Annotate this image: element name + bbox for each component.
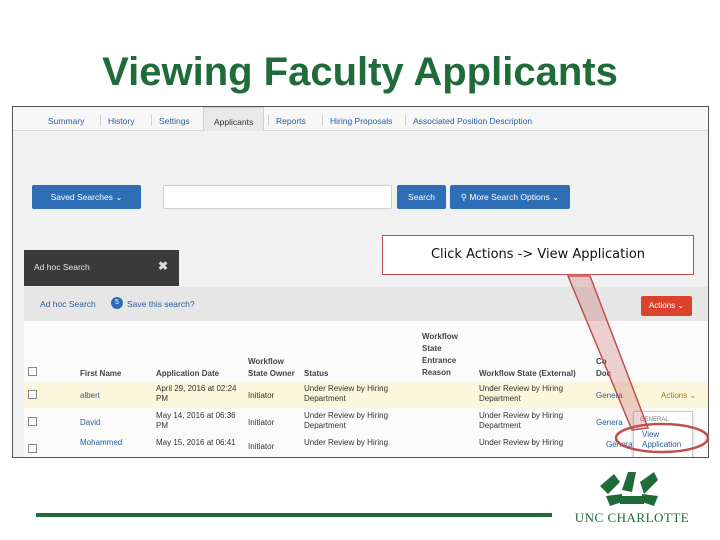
tab-associated-position-description[interactable]: Associated Position Description <box>404 107 532 131</box>
chevron-down-icon: ⌄ <box>677 301 685 310</box>
slide-title: Viewing Faculty Applicants <box>102 50 618 94</box>
header-workflow-state-owner-2[interactable]: State Owner <box>248 368 295 380</box>
state-owner: Initiator <box>248 391 275 400</box>
bulk-actions-label: Actions <box>648 301 676 310</box>
close-icon[interactable]: ✖ <box>158 259 168 273</box>
applicants-screenshot: Summary History Settings Applicants Repo… <box>12 106 709 458</box>
application-date: April 29, 2016 at 02:24 <box>156 384 237 393</box>
state-owner: Initiator <box>248 418 275 427</box>
external-state: Under Review by Hiring <box>479 438 564 447</box>
select-all-checkbox[interactable] <box>28 367 37 376</box>
saved-searches-label: Saved Searches <box>50 192 113 202</box>
saved-searches-button[interactable]: Saved Searches ⌄ <box>32 185 141 209</box>
tab-hiring-proposals[interactable]: Hiring Proposals <box>321 107 392 131</box>
state-owner: Initiator <box>248 442 275 451</box>
row-checkbox[interactable] <box>28 444 37 453</box>
row-actions-button[interactable]: Actions ⌄ <box>661 391 696 401</box>
more-search-options-button[interactable]: ⚲ More Search Options ⌄ <box>450 185 570 209</box>
application-date-2: PM <box>156 394 168 403</box>
row-actions-label: Actions <box>661 391 688 400</box>
header-workflow-state-owner-1[interactable]: Workflow <box>248 356 284 368</box>
external-state-2: Department <box>479 394 521 403</box>
applicant-first-name[interactable]: albert <box>80 391 100 401</box>
status: Under Review by Hiring <box>304 411 389 420</box>
tab-bar: Summary History Settings Applicants Repo… <box>13 107 708 131</box>
dropdown-section-header: GENERAL <box>640 417 669 423</box>
document-link[interactable]: Genera <box>596 391 623 401</box>
search-input[interactable] <box>163 185 392 209</box>
header-workflow-state-external[interactable]: Workflow State (External) <box>479 368 576 380</box>
adhoc-search-link[interactable]: Ad hoc Search <box>40 299 96 309</box>
application-date: May 14, 2016 at 06:36 <box>156 411 236 420</box>
tab-settings[interactable]: Settings <box>151 107 190 131</box>
footer-rule <box>36 513 552 517</box>
status-2: Department <box>304 421 346 430</box>
magnifier-icon: ⚲ <box>460 192 468 202</box>
tab-history[interactable]: History <box>99 107 134 131</box>
save-search-link[interactable]: Save this search? <box>127 299 195 309</box>
more-search-options-label: More Search Options <box>469 192 550 202</box>
header-entrance-reason-2[interactable]: State <box>422 343 442 355</box>
chevron-down-icon: ⌄ <box>687 391 697 400</box>
status: Under Review by Hiring <box>304 438 389 447</box>
document-link[interactable]: Genera <box>596 418 623 428</box>
tab-reports[interactable]: Reports <box>268 107 306 131</box>
tab-summary[interactable]: Summary <box>48 107 84 131</box>
view-application-label-2: Application <box>642 440 682 449</box>
search-button[interactable]: Search <box>397 185 446 209</box>
bulk-actions-button[interactable]: Actions ⌄ <box>641 296 692 316</box>
adhoc-search-panel: Ad hoc Search ✖ <box>24 250 179 286</box>
result-count-badge: 5 <box>111 297 123 309</box>
header-entrance-reason-4[interactable]: Reason <box>422 367 451 379</box>
chevron-down-icon: ⌄ <box>552 192 560 202</box>
chevron-down-icon: ⌄ <box>115 192 123 202</box>
logo-text: UNC CHARLOTTE <box>574 510 690 525</box>
applicant-first-name[interactable]: David <box>80 418 100 428</box>
application-date: May 15, 2016 at 06:41 <box>156 438 236 447</box>
status-2: Department <box>304 394 346 403</box>
applicants-table: First Name Application Date Workflow Sta… <box>24 321 708 457</box>
adhoc-panel-label: Ad hoc Search <box>34 262 90 272</box>
header-status[interactable]: Status <box>304 368 328 380</box>
table-row: Mohammed May 15, 2016 at 06:41 Initiator… <box>24 436 708 457</box>
header-docs-1[interactable]: Co <box>596 356 607 368</box>
external-state: Under Review by Hiring <box>479 384 564 393</box>
header-entrance-reason-1[interactable]: Workflow <box>422 331 458 343</box>
table-row: David May 14, 2016 at 06:36 PM Initiator… <box>24 409 708 435</box>
header-docs-2[interactable]: Doc <box>596 368 611 380</box>
view-application-menu-item[interactable]: View Application <box>642 430 681 450</box>
row-checkbox[interactable] <box>28 390 37 399</box>
table-row: albert April 29, 2016 at 02:24 PM Initia… <box>24 382 708 408</box>
header-entrance-reason-3[interactable]: Entrance <box>422 355 456 367</box>
status: Under Review by Hiring <box>304 384 389 393</box>
row-actions-dropdown: GENERAL View Application <box>633 411 693 457</box>
row-checkbox[interactable] <box>28 417 37 426</box>
search-summary-strip: Ad hoc Search 5 Save this search? <box>24 287 708 321</box>
application-date-2: PM <box>156 421 168 430</box>
external-state: Under Review by Hiring <box>479 411 564 420</box>
view-application-label-1: View <box>642 430 660 439</box>
tab-applicants[interactable]: Applicants <box>203 107 265 131</box>
applicant-first-name[interactable]: Mohammed <box>80 438 122 448</box>
instruction-callout: Click Actions -> View Application <box>382 235 694 275</box>
external-state-2: Department <box>479 421 521 430</box>
header-first-name[interactable]: First Name <box>80 368 121 380</box>
header-application-date[interactable]: Application Date <box>156 368 219 380</box>
